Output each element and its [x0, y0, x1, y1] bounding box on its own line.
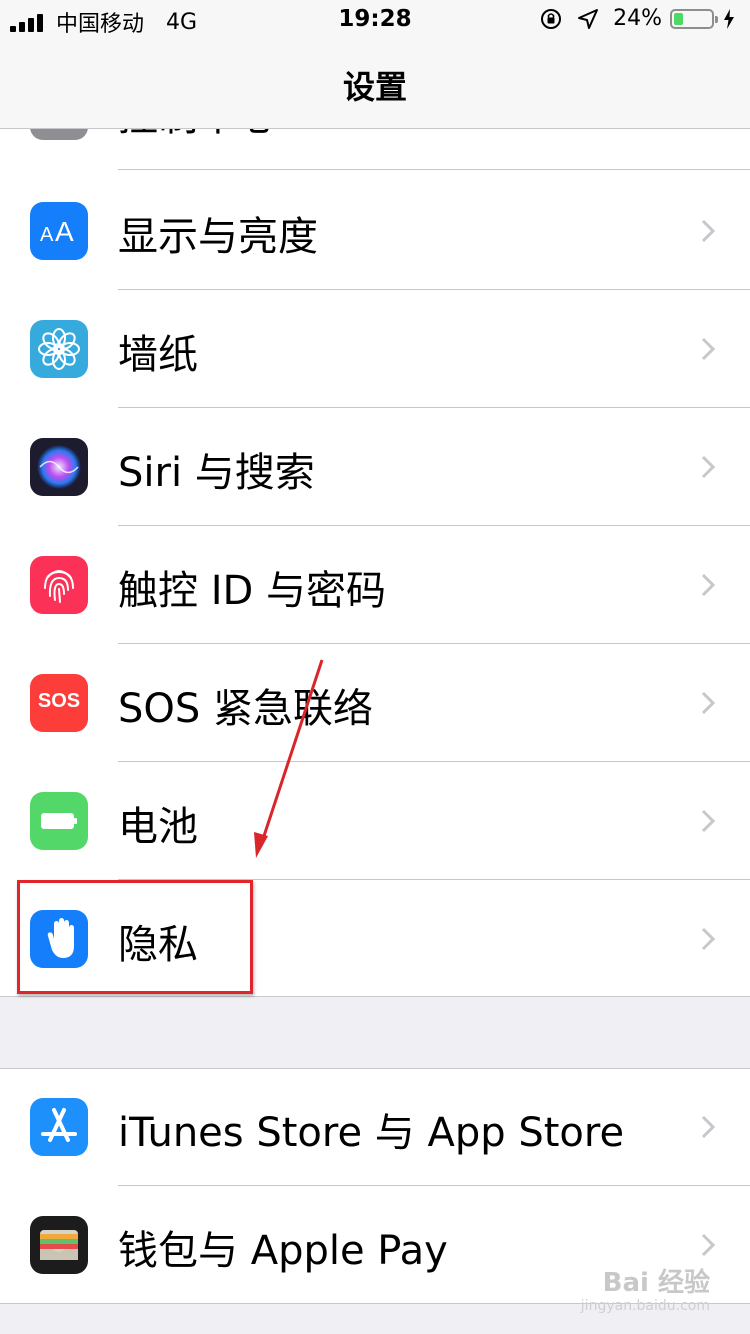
watermark-url: jingyan.baidu.com [580, 1298, 710, 1314]
watermark-logo: Bai 经验 [602, 1268, 710, 1298]
annotation-highlight-box [17, 880, 253, 994]
annotation-arrow [254, 659, 324, 858]
